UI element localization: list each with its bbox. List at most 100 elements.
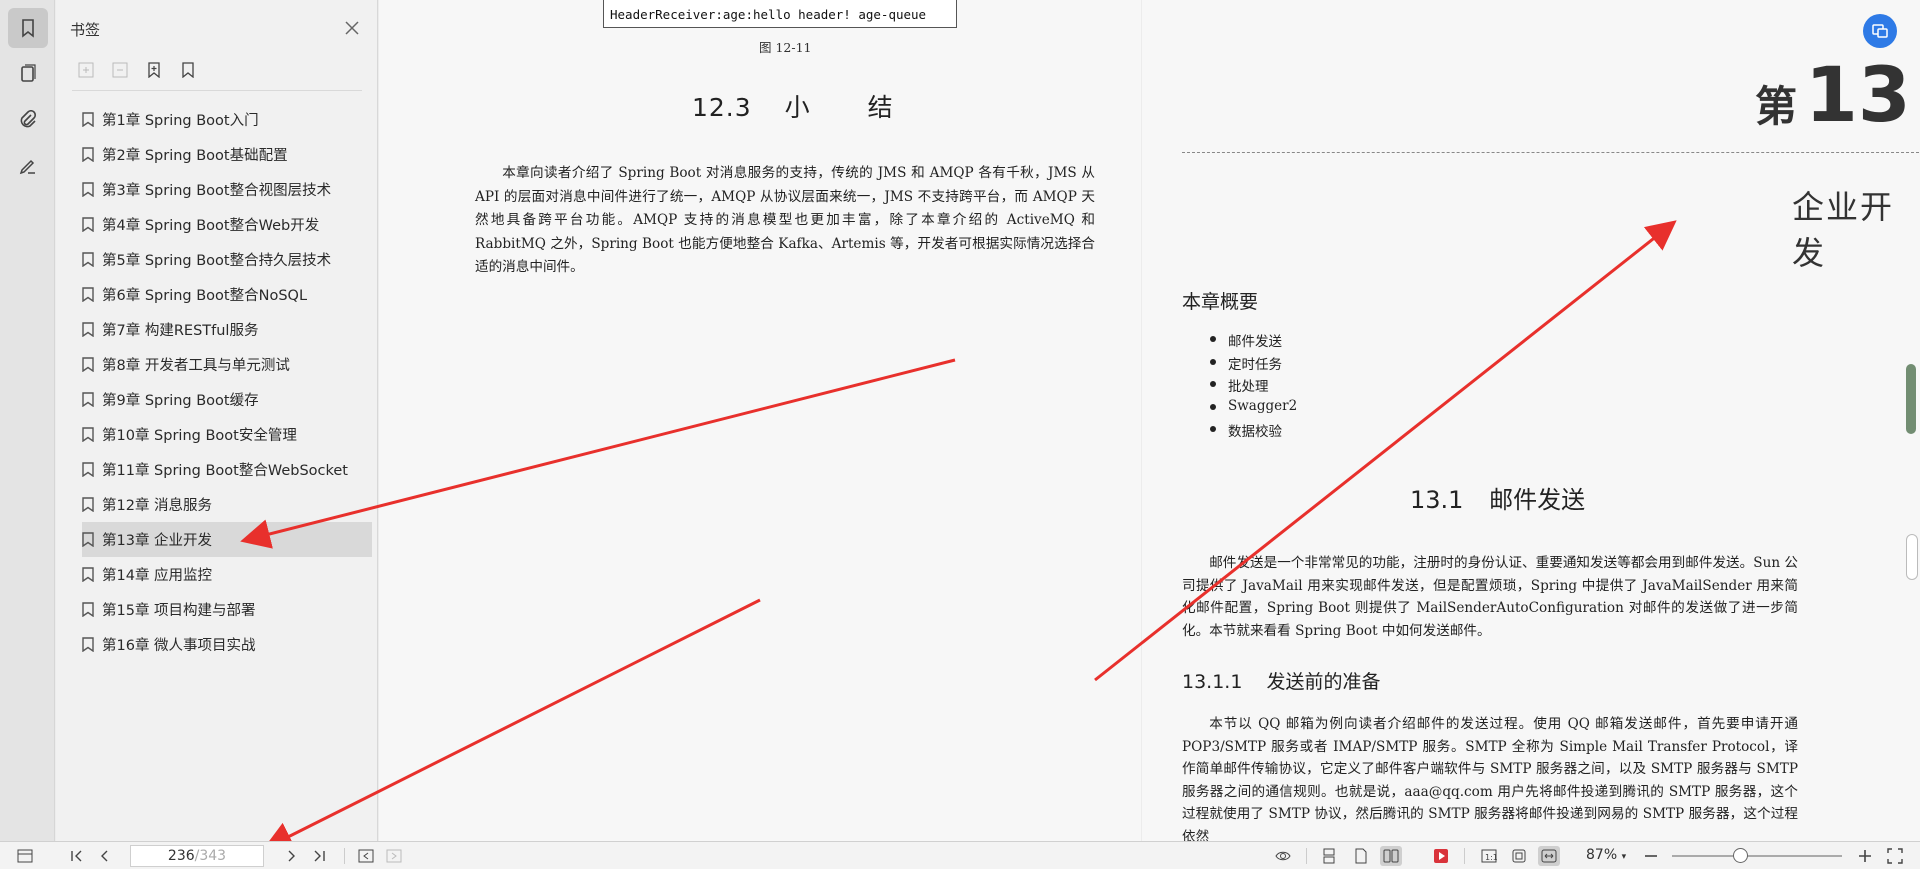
status-bar: 236/343 1:1 87% ▾ — [0, 841, 1920, 869]
zoom-slider[interactable] — [1672, 855, 1842, 857]
separator — [1464, 848, 1465, 864]
bookmark-item[interactable]: 第15章 项目构建与部署 — [26, 592, 320, 627]
page-right: 第 13 章 企业开发 本章概要 邮件发送 定时任务 批处理 Swagger2 … — [1142, 0, 1920, 841]
bookmark-icon — [82, 182, 94, 197]
section-title-part1: 小 — [784, 93, 811, 122]
current-page: 236 — [167, 848, 195, 864]
bookmark-item[interactable]: 第2章 Spring Boot基础配置 — [26, 137, 320, 172]
bookmark-item[interactable]: 第9章 Spring Boot缓存 — [26, 382, 320, 417]
expand-icon — [78, 62, 94, 78]
zoom-value: 87% — [1586, 847, 1618, 863]
bookmark-item[interactable]: 第12章 消息服务 — [26, 487, 320, 522]
prev-page-button[interactable] — [94, 846, 116, 866]
chevron-left-icon — [101, 850, 108, 862]
bookmark-icon — [82, 427, 94, 442]
bookmark-icon — [82, 602, 94, 617]
single-page-button[interactable] — [1350, 846, 1372, 866]
bookmark-outline-icon — [182, 62, 194, 78]
bookmark-item[interactable]: 第16章 微人事项目实战 — [26, 627, 320, 662]
overview-title: 本章概要 — [1182, 291, 1259, 313]
bookmark-icon — [82, 217, 94, 232]
plus-icon — [1859, 850, 1871, 862]
bookmark-options-button[interactable] — [178, 60, 198, 80]
bookmark-label: 第2章 Spring Boot基础配置 — [102, 148, 288, 164]
summary-paragraph: 本章向读者介绍了 Spring Boot 对消息服务的支持，传统的 JMS 和 … — [475, 165, 1095, 275]
zoom-out-button[interactable] — [1640, 846, 1662, 866]
back-icon — [358, 849, 374, 863]
bookmark-item[interactable]: 第10章 Spring Boot安全管理 — [26, 417, 320, 452]
first-page-button[interactable] — [66, 846, 88, 866]
toggle-sidebar-button[interactable] — [14, 846, 36, 866]
bookmark-toolbar — [76, 60, 198, 80]
bookmark-item[interactable]: 第5章 Spring Boot整合持久层技术 — [26, 242, 331, 277]
two-page-button[interactable] — [1380, 846, 1402, 866]
pages-icon — [21, 64, 36, 82]
translate-float-button[interactable] — [1863, 14, 1897, 48]
forward-view-button[interactable] — [383, 846, 405, 866]
minus-icon — [1645, 855, 1657, 857]
section-heading: 12.3 小 结 — [692, 88, 894, 124]
subsection-heading: 13.1.1 发送前的准备 — [1182, 667, 1381, 694]
two-page-icon — [1383, 849, 1399, 863]
collapse-all-button[interactable] — [110, 60, 130, 80]
actual-size-button[interactable]: 1:1 — [1478, 846, 1500, 866]
fit-page-button[interactable] — [1508, 846, 1530, 866]
expand-all-button[interactable] — [76, 60, 96, 80]
zoom-dropdown[interactable]: 87% ▾ — [1586, 847, 1626, 863]
overview-item: Swagger2 — [1210, 398, 1297, 421]
page-number-input[interactable]: 236/343 — [130, 845, 264, 867]
bookmark-label: 第13章 企业开发 — [102, 533, 213, 549]
thumbnails-button[interactable] — [8, 54, 48, 94]
close-panel-button[interactable] — [342, 18, 362, 38]
translate-icon — [1872, 24, 1888, 38]
section-title-part2: 结 — [867, 93, 894, 122]
document-viewer[interactable]: HeaderReceiver:age:hello header! age-que… — [379, 0, 1920, 841]
bookmark-label: 第6章 Spring Boot整合NoSQL — [102, 288, 308, 304]
overview-list: 邮件发送 定时任务 批处理 Swagger2 数据校验 — [1210, 330, 1297, 443]
prep-paragraph: 本节以 QQ 邮箱为例向读者介绍邮件的发送过程。使用 QQ 邮箱发送邮件，首先要… — [1182, 716, 1798, 841]
read-mode-button[interactable] — [1272, 846, 1294, 866]
bookmark-label: 第9章 Spring Boot缓存 — [102, 393, 259, 409]
side-indicator — [1906, 364, 1916, 434]
add-bookmark-button[interactable] — [144, 60, 164, 80]
bookmark-item[interactable]: 第14章 应用监控 — [26, 557, 320, 592]
fit-width-button[interactable] — [1538, 846, 1560, 866]
bookmark-item[interactable]: 第3章 Spring Boot整合视图层技术 — [26, 172, 331, 207]
section-number: 13.1 — [1410, 486, 1464, 514]
bookmark-label: 第5章 Spring Boot整合持久层技术 — [102, 253, 332, 269]
divider — [72, 90, 362, 91]
bookmark-item[interactable]: 第11章 Spring Boot整合WebSocket — [26, 452, 348, 487]
bookmark-item[interactable]: 第13章 企业开发 — [82, 522, 372, 557]
bookmark-add-icon — [148, 62, 160, 78]
play-icon — [1434, 849, 1448, 863]
slideshow-button[interactable] — [1430, 846, 1452, 866]
continuous-scroll-button[interactable] — [1318, 846, 1340, 866]
close-icon — [345, 21, 359, 35]
code-output: HeaderReceiver:age:hello header! age-que… — [603, 0, 957, 28]
last-page-button[interactable] — [308, 846, 330, 866]
bookmark-item[interactable]: 第8章 开发者工具与单元测试 — [26, 347, 320, 382]
bookmark-panel-button[interactable] — [8, 8, 48, 48]
bookmark-item[interactable]: 第7章 构建RESTful服务 — [26, 312, 320, 347]
svg-text:1:1: 1:1 — [1485, 853, 1497, 862]
bookmark-item[interactable]: 第4章 Spring Boot整合Web开发 — [26, 207, 320, 242]
fullscreen-icon — [1887, 848, 1903, 864]
overview-item: 定时任务 — [1210, 353, 1297, 376]
continuous-icon — [1323, 848, 1335, 864]
overview-item: 批处理 — [1210, 375, 1297, 398]
bookmark-icon — [82, 252, 94, 267]
back-view-button[interactable] — [355, 846, 377, 866]
next-page-button[interactable] — [280, 846, 302, 866]
zoom-in-button[interactable] — [1854, 846, 1876, 866]
zoom-slider-knob[interactable] — [1733, 848, 1748, 863]
bookmark-icon — [22, 19, 34, 38]
bookmark-label: 第1章 Spring Boot入门 — [102, 113, 259, 129]
bookmark-item[interactable]: 第6章 Spring Boot整合NoSQL — [26, 277, 320, 312]
vertical-scroll-thumb[interactable] — [1906, 534, 1918, 580]
chevron-right-icon — [288, 850, 295, 862]
fullscreen-button[interactable] — [1884, 846, 1906, 866]
bookmark-item[interactable]: 第1章 Spring Boot入门 — [26, 102, 320, 137]
bookmark-label: 第7章 构建RESTful服务 — [102, 323, 259, 339]
bookmark-icon — [82, 567, 94, 582]
overview-item: 邮件发送 — [1210, 330, 1297, 353]
